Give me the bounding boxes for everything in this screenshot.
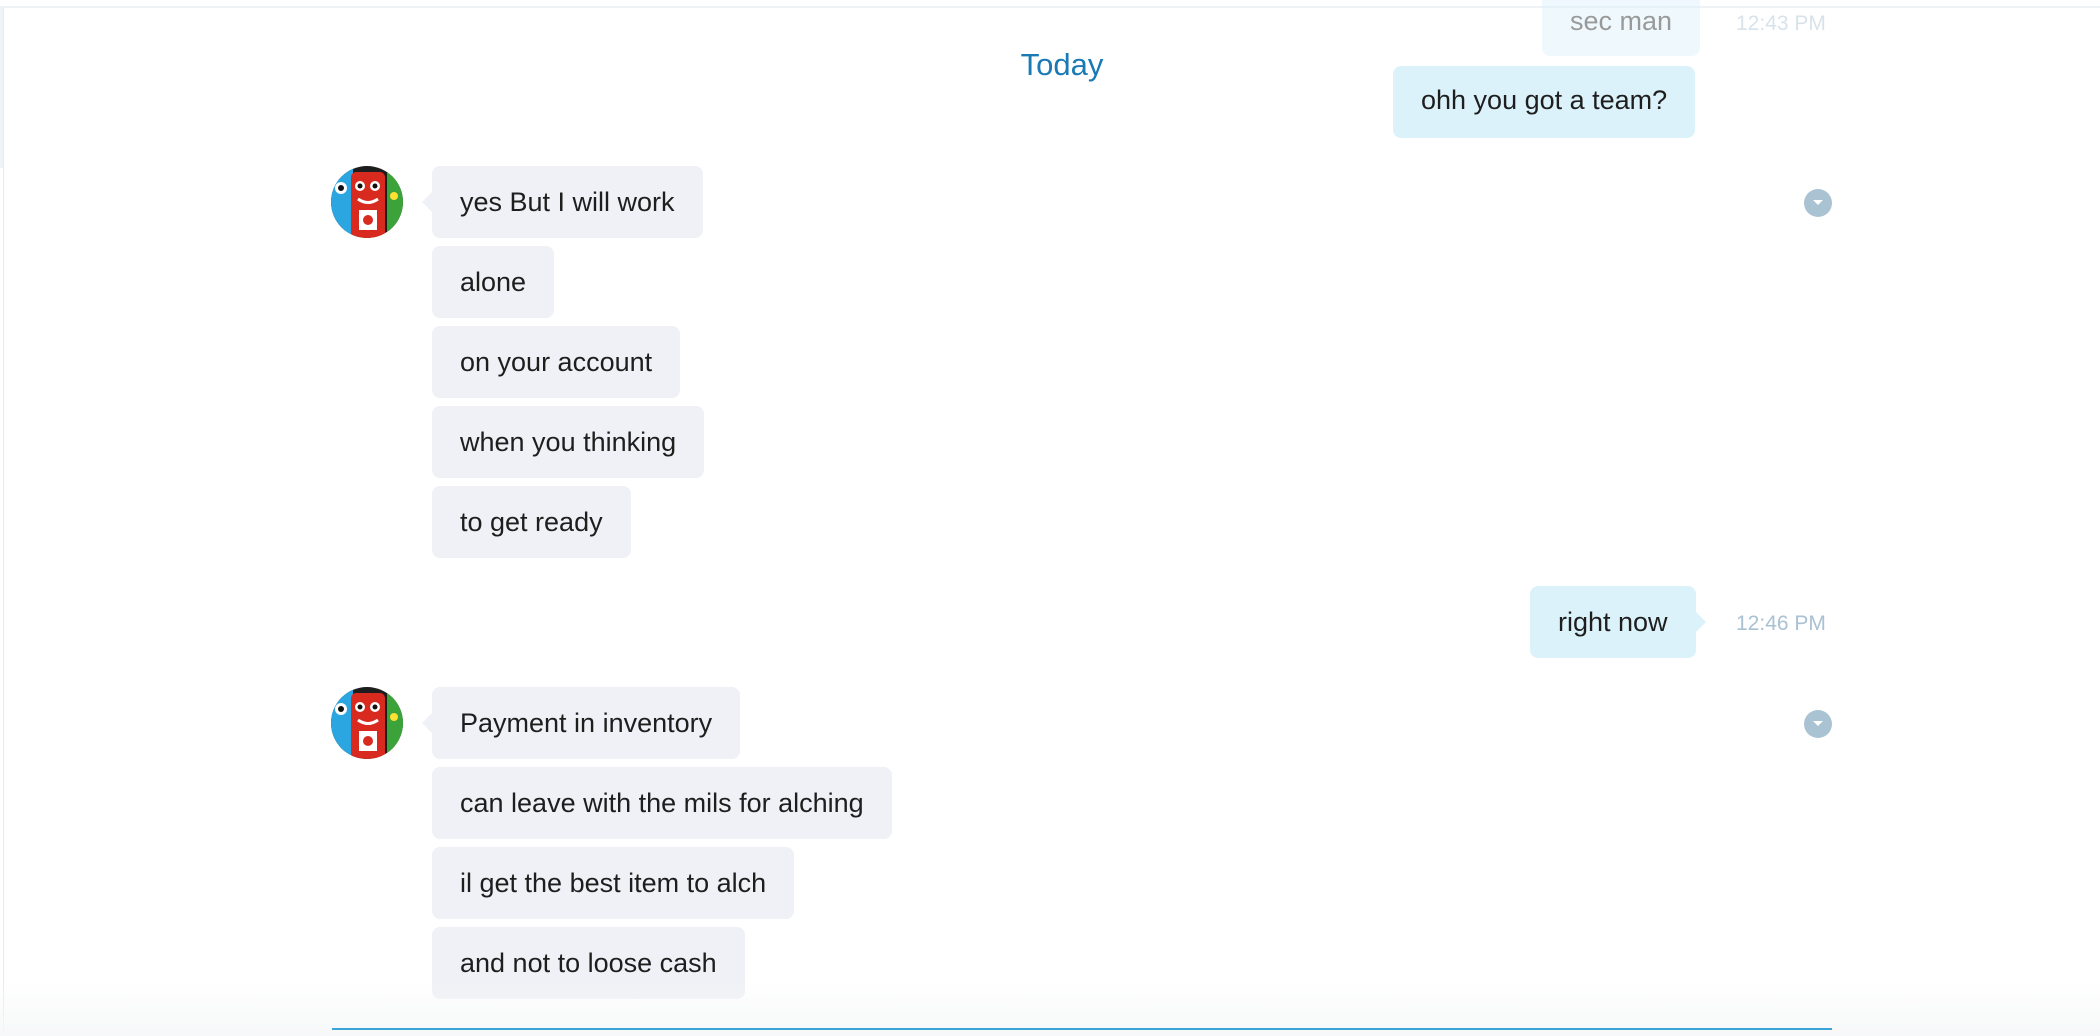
message-text: can leave with the mils for alching — [460, 788, 864, 818]
compose-box-border — [332, 1028, 1832, 1030]
message-options-button[interactable] — [1804, 189, 1832, 217]
day-divider-label: Today — [1020, 47, 1104, 82]
left-divider — [3, 8, 4, 1036]
message-bubble-received[interactable]: to get ready — [432, 486, 631, 558]
message-text: right now — [1558, 607, 1668, 637]
message-bubble-received[interactable]: and not to loose cash — [432, 927, 745, 999]
message-timestamp: 12:46 PM — [1736, 612, 1826, 635]
message-text: ohh you got a team? — [1421, 85, 1668, 115]
message-text: and not to loose cash — [460, 948, 717, 978]
top-border — [0, 6, 2100, 8]
message-bubble-sent[interactable]: sec man — [1542, 0, 1701, 56]
message-text: to get ready — [460, 507, 603, 537]
contact-avatar[interactable] — [331, 166, 403, 238]
message-bubble-received[interactable]: when you thinking — [432, 406, 705, 478]
message-text: yes But I will work — [460, 187, 675, 217]
message-bubble-sent[interactable]: right now — [1530, 586, 1706, 658]
message-bubble-sent[interactable]: ohh you got a team? — [1393, 66, 1696, 138]
chat-page: sec man 12:43 PM ohh you got a team? Tod… — [0, 0, 2100, 1036]
message-bubble-received[interactable]: alone — [432, 246, 555, 318]
chevron-down-icon — [1813, 200, 1823, 205]
message-text: alone — [460, 267, 527, 297]
message-options-button[interactable] — [1804, 710, 1832, 738]
message-text: on your account — [460, 347, 653, 377]
message-timestamp: 12:43 PM — [1736, 12, 1826, 35]
message-text: Payment in inventory — [460, 708, 713, 738]
message-text: when you thinking — [460, 427, 677, 457]
message-bubble-received[interactable]: on your account — [432, 326, 681, 398]
message-text: sec man — [1570, 6, 1673, 36]
message-bubble-received[interactable]: il get the best item to alch — [432, 847, 795, 919]
message-bubble-received[interactable]: can leave with the mils for alching — [432, 767, 892, 839]
monster-avatar-icon — [331, 687, 403, 759]
message-text: il get the best item to alch — [460, 868, 767, 898]
contact-avatar[interactable] — [331, 687, 403, 759]
message-bubble-received[interactable]: yes But I will work — [422, 166, 703, 238]
chevron-down-icon — [1813, 721, 1823, 726]
monster-avatar-icon — [331, 166, 403, 238]
message-bubble-received[interactable]: Payment in inventory — [421, 687, 741, 759]
